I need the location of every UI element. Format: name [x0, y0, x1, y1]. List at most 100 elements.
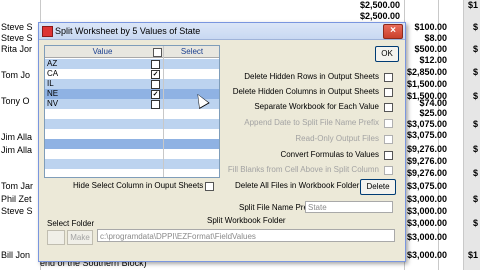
append-date-option[interactable]: Append Date to Split File Name Prefix	[244, 118, 393, 128]
option-label: Separate Workbook for Each Value	[254, 102, 379, 111]
sheet-cell-edge[interactable]: $	[456, 218, 478, 229]
grid-row[interactable]: AZ	[45, 59, 219, 69]
sheet-cell-value[interactable]: $9,276.00	[405, 168, 447, 179]
grid-row-checkbox[interactable]: ✓	[151, 90, 160, 99]
delete-hidden-columns-option[interactable]: Delete Hidden Columns in Output Sheets	[233, 87, 393, 97]
sheet-cell-value[interactable]: $3,000.00	[405, 218, 447, 229]
sheet-cell-name[interactable]: Phil Zet	[1, 194, 32, 205]
sheet-cell-value[interactable]: $3,075.00	[405, 119, 447, 130]
sheet-cell-name[interactable]: Jim Alla	[1, 145, 32, 156]
separate-workbook-checkbox[interactable]	[384, 103, 393, 112]
sheet-cell-name[interactable]: Tom Jar	[1, 181, 33, 192]
sheet-cell-edge[interactable]: $	[456, 168, 478, 179]
grid-header: Value Select	[45, 46, 219, 58]
separate-workbook-option[interactable]: Separate Workbook for Each Value	[254, 102, 393, 112]
readonly-output-checkbox[interactable]	[384, 135, 393, 144]
grid-column-separator	[163, 46, 164, 177]
grid-empty-row	[45, 119, 219, 129]
delete-button[interactable]: Delete	[360, 179, 396, 195]
sheet-cell-value[interactable]: $9,276.00	[405, 156, 447, 167]
option-label: Delete Hidden Columns in Output Sheets	[232, 87, 379, 96]
sheet-cell-edge[interactable]: $	[456, 194, 478, 205]
grid-row-checkbox[interactable]	[151, 100, 160, 109]
sheet-cell-edge[interactable]: $	[456, 22, 478, 33]
sheet-cell-value[interactable]: $25.00	[405, 108, 447, 119]
grid-row-checkbox[interactable]: ✓	[151, 70, 160, 79]
grid-empty-row	[45, 149, 219, 159]
sheet-cell-name[interactable]: Steve S	[1, 206, 33, 217]
readonly-output-option[interactable]: Read-Only Output Files	[295, 134, 393, 144]
delete-hidden-rows-option[interactable]: Delete Hidden Rows in Output Sheets	[244, 72, 393, 82]
sheet-cell-edge[interactable]: $	[456, 44, 478, 55]
workbook-folder-label: Split Workbook Folder	[207, 216, 286, 225]
grid-empty-row	[45, 159, 219, 169]
delete-hidden-columns-checkbox[interactable]	[384, 88, 393, 97]
values-grid[interactable]: Value Select AZ CA ✓ IL NE ✓ NV	[44, 45, 220, 178]
convert-formulas-option[interactable]: Convert Formulas to Values	[280, 150, 393, 160]
grid-empty-row	[45, 109, 219, 119]
grid-row[interactable]: IL	[45, 79, 219, 89]
select-column-header[interactable]: Select	[165, 46, 219, 57]
option-label: Delete Hidden Rows in Output Sheets	[244, 72, 379, 81]
option-label: Read-Only Output Files	[295, 134, 379, 143]
sheet-cell-name[interactable]: Bill Jon	[1, 250, 30, 261]
sheet-cell-edge[interactable]: $	[456, 67, 478, 78]
append-date-checkbox[interactable]	[384, 119, 393, 128]
hide-select-column-option[interactable]: Hide Select Column in Ouput Sheets	[73, 181, 214, 191]
sheet-cell-value[interactable]: $2,500.00	[338, 11, 400, 22]
sheet-cell-name[interactable]: Steve S	[1, 33, 33, 44]
sheet-cell-name[interactable]: Tony O	[1, 96, 30, 107]
sheet-cell-value[interactable]: $3,075.00	[405, 181, 447, 192]
grid-row-value: NE	[47, 89, 59, 98]
sheet-cell-value[interactable]: $100.00	[405, 22, 447, 33]
sheet-cell-name[interactable]: Jim Alla	[1, 132, 32, 143]
sheet-cell-edge[interactable]: $	[456, 91, 478, 102]
split-prefix-input[interactable]: State	[305, 201, 393, 213]
sheet-cell-value[interactable]: $12.00	[405, 55, 447, 66]
app-icon	[42, 26, 53, 37]
sheet-cell-value[interactable]: $2,850.00	[405, 67, 447, 78]
delete-hidden-rows-checkbox[interactable]	[384, 73, 393, 82]
grid-row-checkbox[interactable]	[151, 80, 160, 89]
fill-blanks-option[interactable]: Fill Blanks from Cell Above in Split Col…	[228, 165, 393, 175]
sheet-cell-value[interactable]: $8.00	[405, 33, 447, 44]
sheet-cell-value[interactable]: $1,500.00	[405, 79, 447, 90]
sheet-edge	[464, 0, 480, 270]
value-column-header[interactable]: Value	[45, 46, 160, 57]
hide-select-column-checkbox[interactable]	[205, 182, 214, 191]
option-label: Convert Formulas to Values	[280, 150, 379, 159]
close-button[interactable]: ×	[383, 24, 403, 39]
sheet-cell-value[interactable]: $3,075.00	[405, 130, 447, 141]
select-folder-button[interactable]	[47, 230, 65, 245]
workbook-folder-path-input[interactable]: c:\programdata\DPPI\EZFormat\FieldValues	[97, 229, 395, 242]
sheet-cell-edge[interactable]: $1	[456, 0, 478, 11]
sheet-cell-name[interactable]: Steve S	[1, 22, 33, 33]
convert-formulas-checkbox[interactable]	[384, 151, 393, 160]
option-label: Fill Blanks from Cell Above in Split Col…	[227, 165, 379, 174]
grid-row[interactable]: CA ✓	[45, 69, 219, 79]
delete-all-files-label: Delete All Files in Workbook Folder	[235, 181, 360, 190]
split-worksheet-dialog: Split Worksheet by 5 Values of State × O…	[38, 22, 406, 262]
sheet-cell-edge[interactable]: $1	[456, 250, 478, 261]
ok-button[interactable]: OK	[375, 46, 399, 62]
select-all-checkbox[interactable]	[153, 48, 162, 57]
dialog-titlebar[interactable]: Split Worksheet by 5 Values of State ×	[39, 23, 405, 40]
sheet-cell-value[interactable]: $3,000.00	[405, 250, 447, 261]
grid-row[interactable]: NV	[45, 99, 219, 109]
fill-blanks-checkbox[interactable]	[384, 166, 393, 175]
sheet-cell-value[interactable]: $3,000.00	[405, 232, 447, 243]
sheet-cell-value[interactable]: $9,276.00	[405, 144, 447, 155]
sheet-cell-name[interactable]: Rita Jor	[1, 44, 32, 55]
sheet-cell-edge[interactable]: $	[456, 119, 478, 130]
sheet-cell-value[interactable]: $500.00	[405, 44, 447, 55]
make-folder-button[interactable]: Make	[67, 230, 93, 245]
sheet-cell-value[interactable]: $3,000.00	[405, 206, 447, 217]
dialog-title: Split Worksheet by 5 Values of State	[55, 26, 201, 36]
grid-row-checkbox[interactable]	[151, 60, 160, 69]
sheet-cell-edge[interactable]: $	[456, 144, 478, 155]
grid-empty-row	[45, 129, 219, 139]
option-label: Append Date to Split File Name Prefix	[244, 118, 379, 127]
sheet-cell-value[interactable]: $3,000.00	[405, 194, 447, 205]
sheet-cell-name[interactable]: Tom Jo	[1, 70, 30, 81]
sheet-cell-value[interactable]: $2,500.00	[338, 0, 400, 11]
